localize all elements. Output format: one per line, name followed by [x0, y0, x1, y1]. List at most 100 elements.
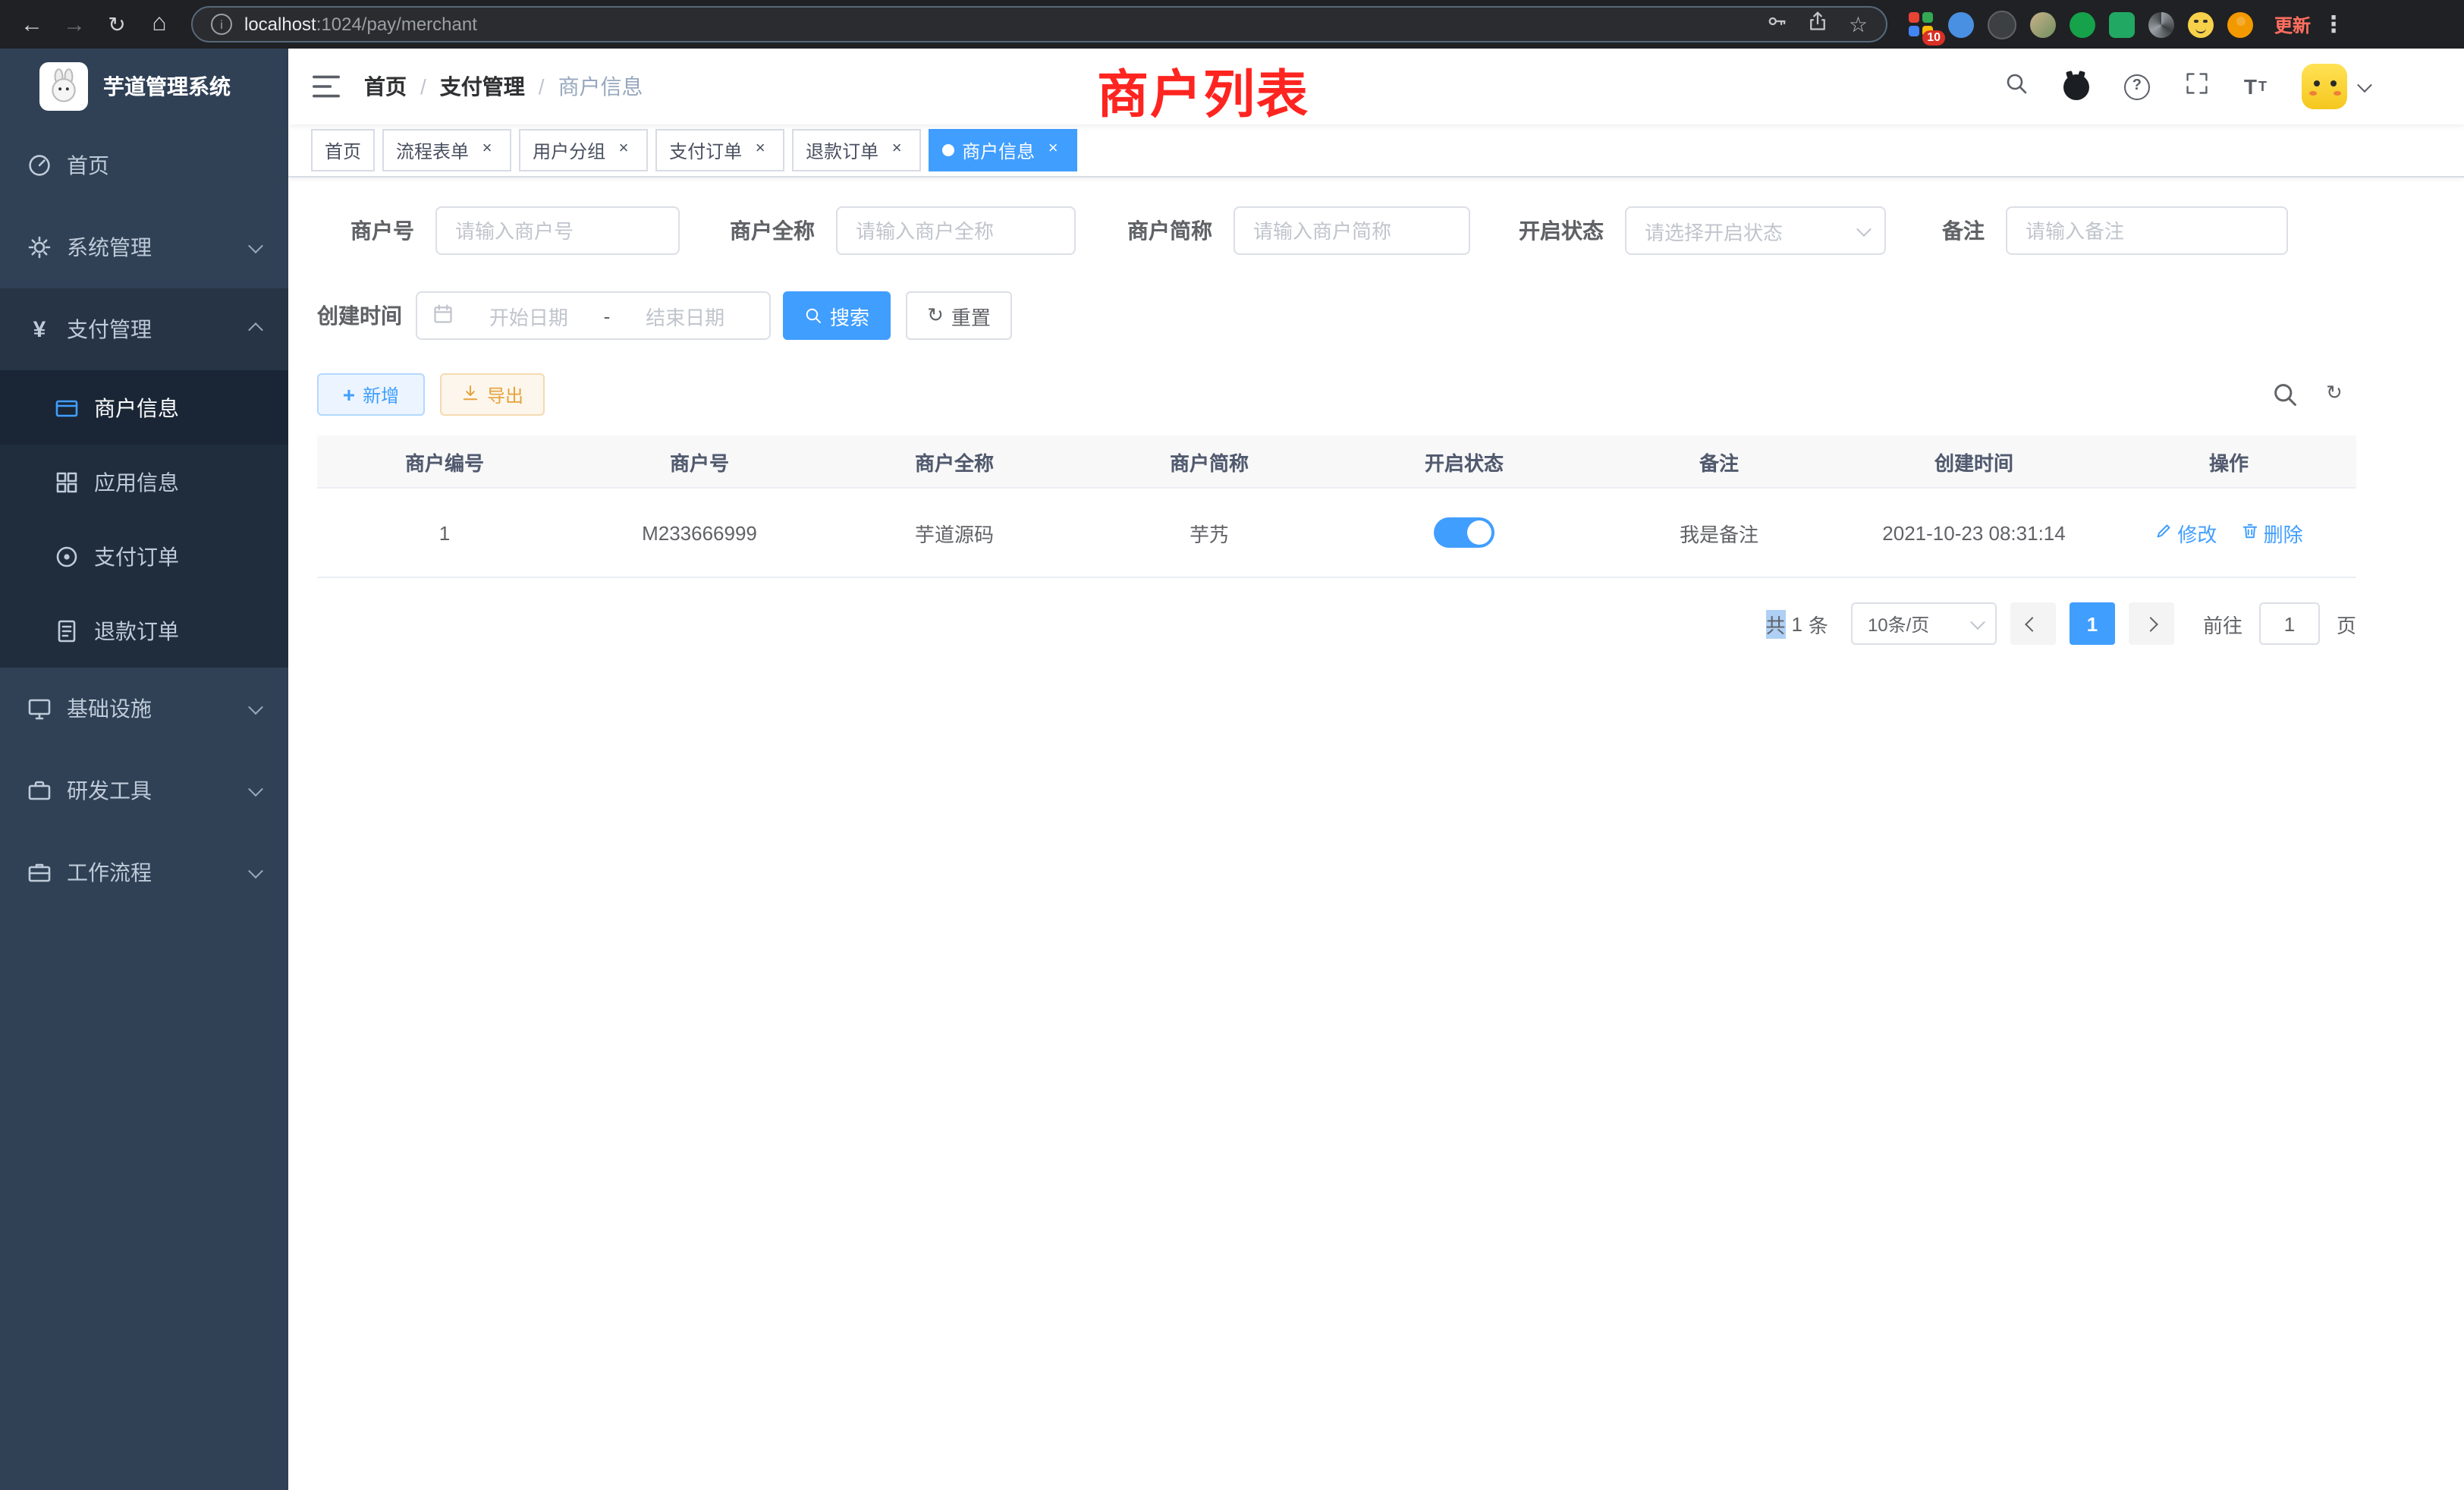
hamburger-icon[interactable] — [313, 73, 340, 100]
tab-refund-orders[interactable]: 退款订单 × — [792, 129, 921, 171]
trash-icon — [2241, 521, 2259, 544]
tab-close-icon[interactable]: × — [886, 140, 907, 161]
annotation-merchant-list: 商户列表 — [1097, 53, 1309, 127]
tab-close-icon[interactable]: × — [476, 140, 498, 161]
url-bar[interactable]: localhost:1024/pay/merchant — [191, 6, 1887, 42]
sidebar-item-pay-orders[interactable]: 支付订单 — [0, 519, 288, 593]
breadcrumb-home[interactable]: 首页 — [364, 71, 407, 102]
sidebar-item-infrastructure[interactable]: 基础设施 — [0, 668, 288, 750]
chevron-down-icon — [248, 781, 263, 796]
breadcrumb-separator: / — [420, 74, 426, 99]
create-time-range-picker[interactable]: 开始日期 - 结束日期 — [416, 291, 771, 340]
merchant-no-input[interactable] — [435, 206, 680, 255]
sidebar-item-system[interactable]: 系统管理 — [0, 206, 288, 288]
search-icon[interactable] — [2004, 71, 2029, 102]
password-key-icon[interactable] — [1767, 10, 1788, 39]
document-icon — [55, 618, 79, 643]
breadcrumb-payment[interactable]: 支付管理 — [440, 71, 525, 102]
tags-view-bar: 首页 流程表单 × 用户分组 × 支付订单 × 退款订单 × — [288, 124, 2464, 178]
refresh-table-icon[interactable] — [2326, 381, 2343, 405]
share-icon[interactable] — [1808, 10, 1829, 39]
goto-page-input[interactable] — [2259, 602, 2320, 645]
tab-merchant-info[interactable]: 商户信息 × — [929, 129, 1077, 171]
extension-dark-icon[interactable] — [1988, 10, 2016, 39]
font-size-icon[interactable] — [2244, 74, 2267, 99]
browser-forward-icon[interactable] — [55, 5, 94, 44]
search-button[interactable]: 搜索 — [783, 291, 891, 340]
browser-reload-icon[interactable] — [97, 5, 137, 44]
sidebar-item-dev-tools[interactable]: 研发工具 — [0, 750, 288, 831]
sidebar-menu: 首页 系统管理 支付管理 商户信息 — [0, 124, 288, 913]
range-separator: - — [604, 304, 611, 327]
sidebar-item-label: 首页 — [67, 150, 264, 181]
main-area: 首页 / 支付管理 / 商户信息 商户列表 — [288, 49, 2464, 1490]
toggle-search-icon[interactable] — [2271, 381, 2299, 408]
browser-back-icon[interactable] — [12, 5, 52, 44]
extension-pinwheel-icon[interactable] — [2148, 11, 2174, 37]
sidebar-item-app-info[interactable]: 应用信息 — [0, 445, 288, 519]
sidebar-item-merchant-info[interactable]: 商户信息 — [0, 370, 288, 445]
app-logo[interactable]: 芋道管理系统 — [0, 49, 288, 124]
sidebar-item-workflow[interactable]: 工作流程 — [0, 831, 288, 913]
page-1-button[interactable]: 1 — [2070, 602, 2115, 645]
extension-grid-icon[interactable]: 10 — [1909, 11, 1934, 37]
bookmark-star-icon[interactable] — [1849, 11, 1868, 37]
rabbit-logo-icon — [39, 62, 88, 111]
browser-chrome: localhost:1024/pay/merchant 10 更新 — [0, 0, 2464, 49]
status-select[interactable]: 请选择开启状态 — [1625, 206, 1886, 255]
chevron-up-icon — [248, 322, 263, 337]
remark-input[interactable] — [2006, 206, 2288, 255]
extension-green-circle-icon[interactable] — [2070, 11, 2095, 37]
user-avatar-menu[interactable] — [2302, 64, 2370, 109]
browser-update-button[interactable]: 更新 — [2274, 11, 2311, 37]
total-prefix: 共 — [1765, 609, 1785, 638]
add-button[interactable]: 新增 — [317, 373, 425, 416]
status-select-placeholder: 请选择开启状态 — [1645, 216, 1783, 245]
extensions-tray: 10 — [1909, 10, 2253, 39]
merchant-short-name-input[interactable] — [1234, 206, 1470, 255]
prev-page-button[interactable] — [2010, 602, 2056, 645]
sidebar-item-label: 退款订单 — [94, 615, 179, 646]
gear-icon — [27, 235, 52, 259]
tab-close-icon[interactable]: × — [1042, 140, 1064, 161]
cell-actions: 修改 删除 — [2101, 518, 2356, 547]
sidebar-item-home[interactable]: 首页 — [0, 124, 288, 206]
extension-avatar-icon[interactable] — [2030, 11, 2056, 37]
export-button[interactable]: 导出 — [440, 373, 545, 416]
tab-close-icon[interactable]: × — [750, 140, 771, 161]
tab-process-form[interactable]: 流程表单 × — [382, 129, 511, 171]
tab-pay-orders[interactable]: 支付订单 × — [655, 129, 784, 171]
next-page-button[interactable] — [2129, 602, 2174, 645]
page-size-select[interactable]: 10条/页 — [1851, 602, 1997, 645]
sidebar-item-label: 研发工具 — [67, 775, 235, 806]
extension-green-square-icon[interactable] — [2109, 11, 2135, 37]
merchant-name-input[interactable] — [836, 206, 1076, 255]
extension-drop-icon[interactable] — [1948, 11, 1974, 37]
sidebar-item-payment[interactable]: 支付管理 — [0, 288, 288, 370]
github-icon[interactable] — [2063, 74, 2089, 99]
column-header: 商户简称 — [1082, 447, 1337, 476]
browser-profile-avatar[interactable] — [2227, 11, 2253, 37]
page-info-icon[interactable] — [211, 14, 232, 35]
breadcrumb-separator: / — [539, 74, 545, 99]
calendar-icon — [432, 303, 454, 328]
reset-button[interactable]: 重置 — [906, 291, 1012, 340]
sidebar-item-label: 工作流程 — [67, 857, 235, 888]
edit-button[interactable]: 修改 — [2154, 518, 2217, 547]
page-size-value: 10条/页 — [1868, 611, 1929, 637]
status-toggle[interactable] — [1434, 517, 1494, 548]
extension-smiley-icon[interactable] — [2188, 11, 2214, 37]
pagination: 共 1 条 10条/页 1 前往 页 — [1765, 602, 2356, 645]
tab-home[interactable]: 首页 — [311, 129, 375, 171]
tab-user-group[interactable]: 用户分组 × — [519, 129, 648, 171]
help-icon[interactable] — [2124, 74, 2150, 99]
fullscreen-icon[interactable] — [2185, 71, 2209, 102]
tab-label: 退款订单 — [806, 137, 878, 163]
tab-close-icon[interactable]: × — [613, 140, 634, 161]
sidebar-item-refund-orders[interactable]: 退款订单 — [0, 593, 288, 668]
target-icon — [55, 544, 79, 568]
column-header: 商户编号 — [317, 447, 572, 476]
delete-button[interactable]: 删除 — [2241, 518, 2303, 547]
browser-home-icon[interactable] — [140, 5, 179, 44]
browser-menu-icon[interactable] — [2314, 5, 2353, 44]
